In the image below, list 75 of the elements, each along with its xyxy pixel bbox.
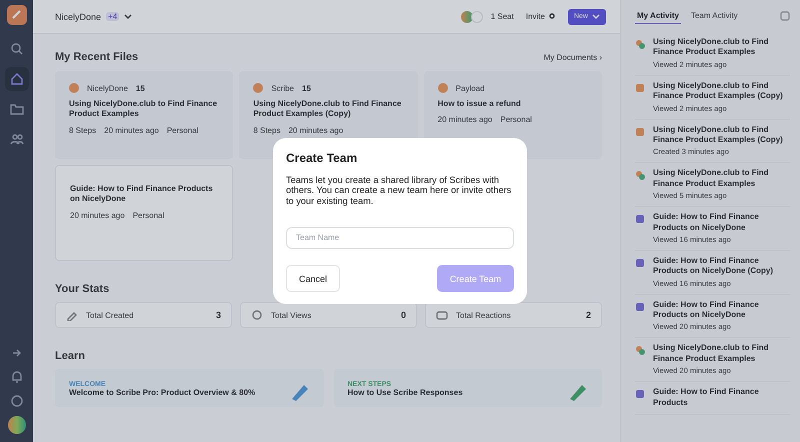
activity-title: Guide: How to Find Finance Products on NicelyDone: [653, 212, 760, 233]
app-icon: [69, 83, 79, 93]
meta-tag: 20 minutes ago: [70, 210, 125, 220]
meta-tag: 20 minutes ago: [438, 115, 492, 124]
app-icon: [253, 83, 264, 93]
scribe-logo-icon: [635, 39, 645, 49]
section-title: Your Stats: [55, 283, 110, 295]
folder-icon: [10, 102, 24, 116]
member-badge: +4: [106, 12, 120, 21]
file-card[interactable]: Guide: How to Find Finance Products on NicelyDone 20 minutes ago Personal: [55, 165, 234, 261]
avatar: [460, 10, 473, 22]
stat-label: Total Views: [271, 310, 312, 320]
logo-icon: [6, 5, 26, 25]
chevron-down-icon: [592, 12, 600, 20]
file-title: Using NicelyDone.club to Find Finance Product Examples (Copy): [253, 99, 402, 120]
activity-title: Using NicelyDone.club to Find Finance Product Examples: [653, 168, 770, 190]
stat-label: Total Reactions: [456, 310, 512, 320]
activity-title: Guide: How to Find Finance Products: [653, 387, 760, 408]
activity-tab[interactable]: My Activity: [635, 8, 681, 24]
file-title: Using NicelyDone.club to Find Finance Product Examples: [69, 99, 218, 120]
search-icon: [10, 42, 24, 56]
step-count: 15: [136, 84, 145, 92]
file-title: Guide: How to Find Finance Products on NicelyDone: [70, 184, 214, 205]
guide-icon: [635, 302, 645, 312]
document-icon: [635, 126, 645, 137]
collapse-panel-icon[interactable]: [780, 11, 790, 21]
activity-item[interactable]: Guide: How to Find Finance Products: [635, 382, 790, 416]
home-nav-button[interactable]: [4, 67, 28, 91]
learn-title: How to Use Scribe Responses: [348, 388, 463, 397]
seat-count: 1 Seat: [490, 12, 514, 21]
file-title: How to issue a refund: [438, 99, 522, 110]
step-count: 15: [302, 84, 311, 92]
app-name: Payload: [456, 84, 485, 92]
documents-link[interactable]: My Documents ›: [544, 52, 602, 62]
guide-icon: [635, 258, 645, 268]
activity-tab[interactable]: Team Activity: [688, 8, 740, 24]
activity-title: Using NicelyDone.club to Find Finance Product Examples (Copy): [653, 80, 784, 102]
stat-label: Total Created: [86, 310, 135, 320]
stat-value: 3: [216, 310, 221, 320]
activity-title: Using NicelyDone.club to Find Finance Product Examples: [653, 343, 770, 364]
guide-icon: [635, 214, 645, 224]
meta-tag: 8 Steps: [69, 126, 96, 135]
scribe-logo-icon: [635, 345, 645, 356]
guide-icon: [635, 389, 645, 400]
activity-title: Using NicelyDone.club to Find Finance Product Examples (Copy): [653, 124, 784, 146]
stat-value: 0: [400, 310, 406, 320]
chevron-down-icon[interactable]: [124, 12, 132, 20]
meta-tag: 8 Steps: [253, 126, 280, 135]
document-icon: [635, 82, 645, 93]
meta-tag: 20 minutes ago: [288, 126, 344, 135]
team-name-field[interactable]: Team Name: [286, 226, 514, 249]
file-card[interactable]: NicelyDone 15 Using NicelyDone.club to Find Finance Product Examples 8 Steps 20 minutes ago Personal: [55, 71, 234, 159]
avatar[interactable]: [8, 416, 26, 434]
app-name: NicelyDone: [87, 84, 128, 92]
learn-title: Welcome to Scribe Pro: Product Overview & 80%: [69, 388, 256, 397]
stat-value: 2: [586, 310, 591, 320]
home-icon: [10, 72, 24, 86]
activity-title: Guide: How to Find Finance Products on NicelyDone: [653, 300, 760, 320]
activity-title: Using NicelyDone.club to Find Finance Product Examples: [653, 37, 770, 58]
dialog-description: Teams let you create a shared library of Scribes with others. You can create a new team here or invite others to your existing team.: [286, 175, 512, 206]
people-icon: [10, 132, 24, 146]
app-name: Scribe: [271, 84, 294, 92]
bell-icon: [10, 370, 24, 384]
section-title: Learn: [55, 350, 86, 362]
activity-title: Guide: How to Find Finance Products on NicelyDone (Copy): [653, 256, 774, 277]
scribe-logo-icon: [635, 170, 645, 180]
section-title: My Recent Files: [55, 51, 138, 63]
avatar: [470, 10, 483, 22]
meta-tag: 20 minutes ago: [104, 126, 159, 135]
meta-tag: Personal: [500, 115, 532, 124]
meta-tag: Personal: [132, 210, 164, 220]
workspace-name[interactable]: NicelyDone: [55, 12, 102, 22]
app-icon: [438, 83, 448, 93]
cancel-button[interactable]: Cancel: [286, 265, 340, 292]
meta-tag: Personal: [166, 126, 198, 135]
